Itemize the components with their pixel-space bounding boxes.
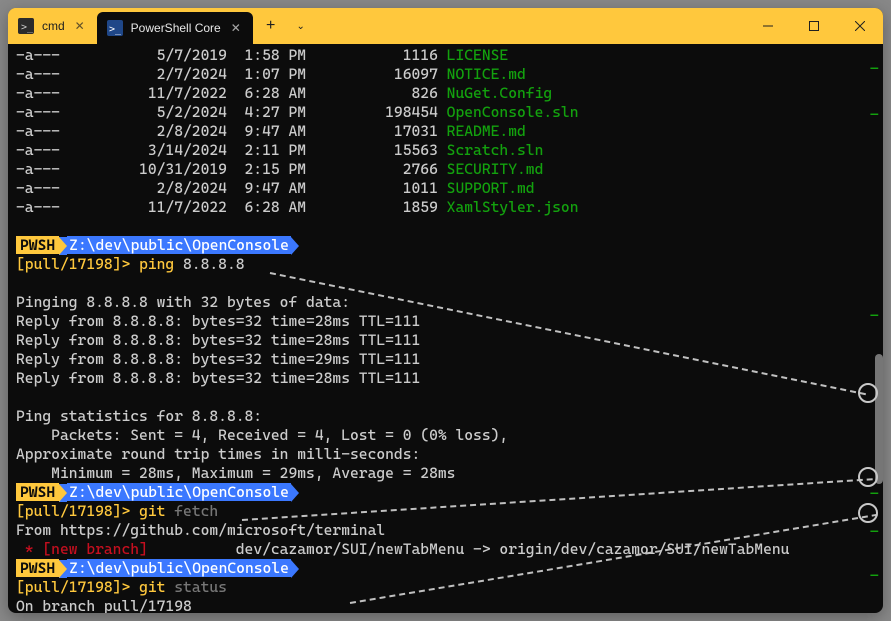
command-arg: 8.8.8.8 — [183, 255, 245, 273]
branch-tag: [pull/17198] — [16, 255, 121, 273]
shell-tag: PWSH — [16, 483, 59, 501]
file-row: -a--- 5/7/2019 1:58 PM 1116 LICENSE -a--… — [16, 46, 579, 216]
close-icon[interactable]: ✕ — [73, 19, 87, 33]
path-segment: Z:\dev\public\OpenConsole — [67, 236, 291, 254]
terminal-viewport[interactable]: -a--- 5/7/2019 1:58 PM 1116 LICENSE -a--… — [8, 44, 883, 613]
close-icon[interactable]: ✕ — [229, 21, 243, 35]
svg-text:>_: >_ — [21, 22, 34, 33]
tab-strip: >_ cmd ✕ >_ PowerShell Core ✕ + ⌄ — [8, 8, 745, 44]
command: git — [139, 502, 165, 520]
powershell-icon: >_ — [107, 20, 123, 36]
prompt-arrow: > — [121, 578, 130, 596]
ping-output: Reply from 8.8.8.8: bytes=32 time=28ms T… — [16, 331, 420, 349]
terminal-window: >_ cmd ✕ >_ PowerShell Core ✕ + ⌄ -a--- … — [8, 8, 883, 613]
tab-cmd-label: cmd — [42, 19, 65, 33]
maximize-button[interactable] — [791, 8, 837, 44]
new-tab-button[interactable]: + — [253, 8, 289, 44]
prompt-line: PWSH Z:\dev\public\OpenConsole — [16, 483, 299, 501]
arrow-decoration — [59, 237, 67, 255]
scrollbar[interactable] — [873, 44, 883, 613]
tab-powershell[interactable]: >_ PowerShell Core ✕ — [97, 12, 253, 44]
ping-output: Pinging 8.8.8.8 with 32 bytes of data: — [16, 293, 350, 311]
ping-output: Ping statistics for 8.8.8.8: — [16, 407, 262, 425]
tab-dropdown-button[interactable]: ⌄ — [289, 8, 313, 44]
command: ping — [139, 255, 174, 273]
arrow-decoration — [291, 560, 299, 578]
titlebar: >_ cmd ✕ >_ PowerShell Core ✕ + ⌄ — [8, 8, 883, 44]
tab-cmd[interactable]: >_ cmd ✕ — [8, 8, 97, 44]
scrollbar-thumb[interactable] — [875, 354, 883, 484]
command-arg: status — [174, 578, 227, 596]
command-arg: fetch — [174, 502, 218, 520]
arrow-decoration — [291, 484, 299, 502]
annotation-circle — [858, 383, 878, 403]
path-segment: Z:\dev\public\OpenConsole — [67, 483, 291, 501]
prompt-arrow: > — [121, 255, 130, 273]
prompt-line: PWSH Z:\dev\public\OpenConsole — [16, 559, 299, 577]
shell-tag: PWSH — [16, 236, 59, 254]
path-segment: Z:\dev\public\OpenConsole — [67, 559, 291, 577]
close-button[interactable] — [837, 8, 883, 44]
prompt-line: PWSH Z:\dev\public\OpenConsole — [16, 236, 299, 254]
shell-tag: PWSH — [16, 559, 59, 577]
svg-text:>_: >_ — [109, 24, 122, 35]
status-output: On branch pull/17198 — [16, 597, 192, 613]
ping-output: Minimum = 28ms, Maximum = 29ms, Average … — [16, 464, 455, 482]
annotation-circle — [858, 467, 878, 487]
annotation-circle — [858, 503, 878, 523]
prompt-arrow: > — [121, 502, 130, 520]
tab-ps-label: PowerShell Core — [131, 21, 221, 35]
command: git — [139, 578, 165, 596]
branch-tag: [pull/17198] — [16, 578, 121, 596]
fetch-output: From https://github.com/microsoft/termin… — [16, 521, 385, 539]
ping-output: Reply from 8.8.8.8: bytes=32 time=28ms T… — [16, 369, 420, 387]
prompt-line-2: [pull/17198]> ping 8.8.8.8 — [16, 255, 245, 273]
arrow-decoration — [59, 560, 67, 578]
arrow-decoration — [291, 237, 299, 255]
prompt-line-2: [pull/17198]> git status — [16, 578, 227, 596]
ping-output: Packets: Sent = 4, Received = 4, Lost = … — [16, 426, 508, 444]
prompt-line-2: [pull/17198]> git fetch — [16, 502, 218, 520]
arrow-decoration — [59, 484, 67, 502]
ping-output: Reply from 8.8.8.8: bytes=32 time=28ms T… — [16, 312, 420, 330]
minimize-button[interactable] — [745, 8, 791, 44]
ping-output: Reply from 8.8.8.8: bytes=32 time=29ms T… — [16, 350, 420, 368]
branch-tag: [pull/17198] — [16, 502, 121, 520]
cmd-icon: >_ — [18, 18, 34, 34]
ping-output: Approximate round trip times in milli-se… — [16, 445, 420, 463]
window-controls — [745, 8, 883, 44]
